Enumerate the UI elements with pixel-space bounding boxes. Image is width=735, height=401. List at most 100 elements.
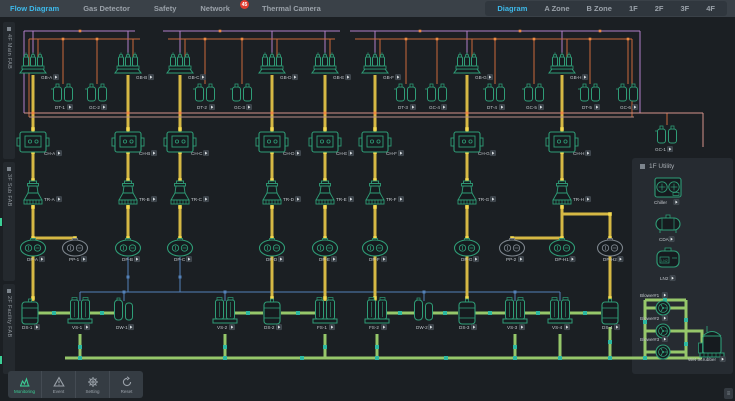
- nav-item-safety[interactable]: Safety: [154, 4, 177, 13]
- equipment-dp-d[interactable]: [260, 239, 285, 257]
- detail-button-ch-a[interactable]: [56, 150, 61, 155]
- equipment-tr-f[interactable]: [366, 181, 384, 204]
- detail-button-dt-2[interactable]: [209, 104, 214, 109]
- detail-button-blower-2[interactable]: [662, 315, 667, 320]
- equipment-dp-g[interactable]: [455, 239, 480, 257]
- detail-button-gb-e[interactable]: [345, 74, 350, 79]
- equipment-gc-1[interactable]: [655, 126, 677, 143]
- event-button[interactable]: Event: [42, 371, 76, 398]
- detail-button-gc-5[interactable]: [538, 104, 543, 109]
- detail-button-tr-f[interactable]: [398, 196, 403, 201]
- equipment-ds-2[interactable]: [264, 299, 280, 324]
- equipment-ch-a[interactable]: [17, 132, 49, 152]
- detail-button-tr-b[interactable]: [151, 196, 156, 201]
- equipment-dp-b[interactable]: [116, 239, 141, 257]
- detail-button-cda[interactable]: [669, 236, 674, 241]
- equipment-vs-3[interactable]: [503, 298, 527, 324]
- equipment-dp-h1[interactable]: [550, 239, 575, 257]
- equipment-dt-5[interactable]: [578, 84, 600, 101]
- equipment-ch-f[interactable]: [359, 132, 391, 152]
- detail-button-gb-g[interactable]: [487, 74, 492, 79]
- detail-button-tr-e[interactable]: [348, 196, 353, 201]
- equipment-chiller[interactable]: [655, 178, 681, 197]
- setting-button[interactable]: Setting: [76, 371, 110, 398]
- detail-button-gc-6[interactable]: [632, 104, 637, 109]
- nav-item-flow-diagram[interactable]: Flow Diagram: [10, 4, 59, 13]
- equipment-ds-4[interactable]: [602, 299, 618, 324]
- equipment-fs-2[interactable]: [365, 298, 389, 324]
- zone-tab-4f[interactable]: 4F: [706, 4, 715, 13]
- detail-button-chiller[interactable]: [674, 199, 679, 204]
- detail-button-dp-e[interactable]: [331, 256, 336, 261]
- equipment-dt-3[interactable]: [394, 84, 416, 101]
- equipment-dp-f[interactable]: [363, 239, 388, 257]
- zone-tab-diagram[interactable]: Diagram: [497, 4, 527, 13]
- equipment-gb-e[interactable]: [312, 53, 338, 74]
- equipment-pp-2[interactable]: [500, 239, 525, 257]
- equipment-gc-5[interactable]: [522, 84, 544, 101]
- detail-button-ds-2[interactable]: [276, 324, 281, 329]
- detail-button-ch-c[interactable]: [203, 150, 208, 155]
- detail-button-dw-1[interactable]: [128, 324, 133, 329]
- zone-tab-2f[interactable]: 2F: [655, 4, 664, 13]
- equipment-dt-4[interactable]: [483, 84, 505, 101]
- reset-button[interactable]: Reset: [110, 371, 143, 398]
- detail-button-wet-scrubber[interactable]: [720, 356, 725, 361]
- equipment-tr-b[interactable]: [119, 181, 137, 204]
- equipment-tr-g[interactable]: [458, 181, 476, 204]
- detail-button-ds-4[interactable]: [614, 324, 619, 329]
- detail-button-vs-3[interactable]: [519, 324, 524, 329]
- equipment-gc-6[interactable]: [616, 84, 638, 101]
- detail-button-ch-b[interactable]: [151, 150, 156, 155]
- equipment-ch-h[interactable]: [546, 132, 578, 152]
- equipment-dp-a[interactable]: [21, 239, 46, 257]
- detail-button-dp-h1[interactable]: [570, 256, 575, 261]
- equipment-blower-3[interactable]: [656, 345, 670, 359]
- detail-button-ln2[interactable]: [670, 275, 675, 280]
- detail-button-tr-c[interactable]: [203, 196, 208, 201]
- detail-button-dp-h2[interactable]: [618, 256, 623, 261]
- detail-button-gc-2[interactable]: [101, 104, 106, 109]
- detail-button-tr-d[interactable]: [295, 196, 300, 201]
- detail-button-tr-g[interactable]: [490, 196, 495, 201]
- equipment-fs-1[interactable]: [313, 298, 337, 324]
- detail-button-gb-d[interactable]: [292, 74, 297, 79]
- detail-button-vs-4[interactable]: [564, 324, 569, 329]
- equipment-tr-e[interactable]: [316, 181, 334, 204]
- detail-button-ch-f[interactable]: [398, 150, 403, 155]
- equipment-dw-1[interactable]: [115, 298, 133, 320]
- detail-button-gb-h[interactable]: [582, 74, 587, 79]
- detail-button-dt-5[interactable]: [594, 104, 599, 109]
- detail-button-dt-4[interactable]: [499, 104, 504, 109]
- equipment-tr-c[interactable]: [171, 181, 189, 204]
- equipment-gb-c[interactable]: [167, 53, 193, 74]
- equipment-cda[interactable]: [656, 215, 680, 233]
- monitoring-button[interactable]: Monitoring: [8, 371, 42, 398]
- equipment-dp-h2[interactable]: [598, 239, 623, 257]
- equipment-pp-1[interactable]: [63, 239, 88, 257]
- detail-button-blower-3[interactable]: [662, 336, 667, 341]
- equipment-gc-2[interactable]: [85, 84, 107, 101]
- equipment-gc-3[interactable]: [230, 84, 252, 101]
- detail-button-fs-1[interactable]: [329, 324, 334, 329]
- detail-button-pp-2[interactable]: [518, 256, 523, 261]
- detail-button-ds-1[interactable]: [34, 324, 39, 329]
- zone-tab-1f[interactable]: 1F: [629, 4, 638, 13]
- equipment-gb-h[interactable]: [549, 53, 575, 74]
- detail-button-fs-2[interactable]: [381, 324, 386, 329]
- detail-button-tr-a[interactable]: [56, 196, 61, 201]
- detail-button-gb-c[interactable]: [200, 74, 205, 79]
- nav-item-network[interactable]: Network45: [200, 4, 238, 13]
- detail-button-gc-1[interactable]: [667, 146, 672, 151]
- detail-button-vs-2[interactable]: [229, 324, 234, 329]
- equipment-vs-2[interactable]: [213, 298, 237, 324]
- detail-button-ch-g[interactable]: [490, 150, 495, 155]
- equipment-gb-b[interactable]: [115, 53, 141, 74]
- nav-item-gas-detector[interactable]: Gas Detector: [83, 4, 130, 13]
- equipment-tr-d[interactable]: [263, 181, 281, 204]
- equipment-ch-d[interactable]: [256, 132, 288, 152]
- detail-button-dp-c[interactable]: [186, 256, 191, 261]
- equipment-gb-d[interactable]: [259, 53, 285, 74]
- zone-tab-b-zone[interactable]: B Zone: [587, 4, 612, 13]
- equipment-dt-1[interactable]: [51, 84, 73, 101]
